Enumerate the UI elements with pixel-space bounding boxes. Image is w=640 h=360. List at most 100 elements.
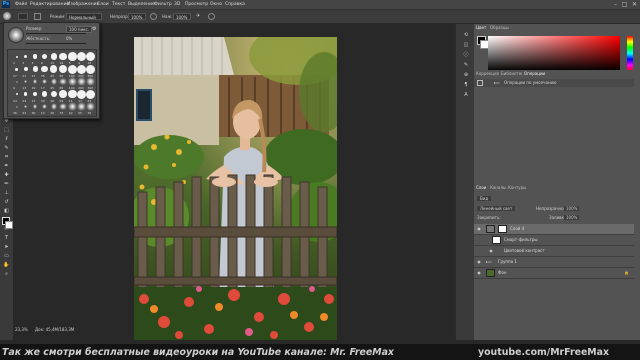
tab-layers[interactable]: Слои	[474, 185, 489, 191]
brush-preset[interactable]	[41, 78, 48, 85]
brush-panel-icon[interactable]: ✎	[462, 62, 470, 69]
menu-image[interactable]: Изображение	[67, 1, 99, 8]
eye-icon[interactable]: ◉	[476, 259, 482, 265]
hand-tool-icon[interactable]: ✋	[2, 262, 11, 269]
tab-actions[interactable]: Операции	[522, 71, 548, 77]
hue-slider[interactable]	[627, 36, 633, 71]
eye-icon[interactable]: ◉	[476, 226, 482, 232]
menu-select[interactable]: Выделение	[128, 1, 155, 8]
layer-row[interactable]: Смарт-фильтры	[474, 235, 634, 246]
brush-preset[interactable]	[33, 91, 38, 97]
brush-preset[interactable]	[15, 67, 18, 71]
brush-preset[interactable]	[77, 89, 87, 99]
brush-preset[interactable]	[59, 52, 67, 61]
brush-preset[interactable]	[68, 52, 77, 61]
brush-preset-picker[interactable]	[18, 13, 28, 20]
brush-preset[interactable]	[41, 103, 48, 110]
opacity-field[interactable]: 100%	[128, 13, 146, 20]
stamp-tool-icon[interactable]: ⊥	[2, 190, 11, 197]
brush-tool-icon[interactable]	[3, 12, 11, 20]
menu-window[interactable]: Окно	[210, 1, 222, 8]
brush-preset[interactable]	[15, 80, 18, 83]
menu-3d[interactable]: 3D	[174, 1, 180, 8]
zoom-level[interactable]: 23,3%	[15, 327, 28, 332]
marquee-tool-icon[interactable]: ⬚	[2, 127, 11, 134]
zoom-tool-icon[interactable]: ⌕	[2, 271, 11, 278]
brush-preset[interactable]	[24, 104, 28, 109]
hardness-slider[interactable]	[26, 43, 86, 44]
brush-preset[interactable]	[86, 89, 96, 99]
brush-preset[interactable]	[50, 53, 57, 60]
eye-icon[interactable]: ◉	[476, 270, 482, 276]
brush-preset[interactable]	[41, 53, 48, 60]
menu-edit[interactable]: Редактирование	[30, 1, 69, 8]
background-color-swatch[interactable]	[5, 221, 13, 229]
layer-row[interactable]: ◉ Слой 4	[474, 224, 634, 235]
brush-preset[interactable]	[15, 93, 18, 95]
properties-panel-icon[interactable]: ◫	[462, 42, 470, 49]
tab-swatches[interactable]: Образцы	[488, 25, 511, 31]
hardness-field[interactable]: 0%	[66, 36, 72, 41]
size-field[interactable]: 100 пикс.	[66, 26, 93, 33]
menu-help[interactable]: Справка	[225, 1, 245, 8]
brush-preset[interactable]	[41, 91, 48, 97]
brush-preset[interactable]	[41, 65, 48, 73]
info-panel-icon[interactable]: ⓘ	[462, 52, 470, 59]
pressure-size-icon[interactable]	[208, 13, 215, 20]
checkbox-icon[interactable]	[477, 80, 483, 86]
gear-icon[interactable]: ⚙	[92, 26, 96, 32]
layer-row[interactable]: ◉ Цветовой контраст	[474, 246, 634, 257]
brush-preset[interactable]	[23, 66, 28, 72]
brush-preset[interactable]	[68, 77, 77, 86]
brush-preset[interactable]	[68, 89, 77, 99]
eye-icon[interactable]: ◉	[488, 248, 494, 254]
lasso-tool-icon[interactable]: ℓ	[2, 136, 11, 143]
close-icon[interactable]: ✕	[630, 0, 639, 9]
brush-preset[interactable]	[24, 92, 28, 96]
brush-preset[interactable]	[86, 52, 96, 61]
mode-select[interactable]: Нормальный	[66, 13, 102, 20]
eraser-tool-icon[interactable]: ◧	[2, 208, 11, 215]
move-tool-icon[interactable]: ✥	[2, 118, 11, 125]
brush-preset[interactable]	[24, 54, 28, 59]
airbrush-icon[interactable]: ✈	[196, 13, 203, 20]
menu-filter[interactable]: Фильтр	[154, 1, 172, 8]
color-spectrum-field[interactable]	[488, 36, 620, 71]
action-set-row[interactable]: ▸▭ Операции по умолчанию	[474, 79, 634, 87]
document-canvas[interactable]	[134, 37, 337, 340]
brush-preset[interactable]	[33, 79, 38, 84]
layer-filter-kind[interactable]: Вид	[477, 196, 492, 201]
tab-color[interactable]: Цвет	[474, 25, 489, 31]
brush-preset[interactable]	[67, 64, 77, 74]
brush-preset[interactable]	[32, 66, 38, 72]
brush-preset[interactable]	[33, 104, 38, 109]
clone-source-icon[interactable]: ⊕	[462, 72, 470, 79]
brush-preset[interactable]	[59, 77, 67, 86]
brush-preset[interactable]	[59, 102, 67, 111]
brush-preset[interactable]	[15, 55, 18, 58]
brush-preset[interactable]	[50, 78, 57, 85]
menu-text[interactable]: Текст	[112, 1, 125, 8]
healing-tool-icon[interactable]: ✚	[2, 172, 11, 179]
brush-preset[interactable]	[50, 103, 57, 110]
path-select-tool-icon[interactable]: ➤	[2, 244, 11, 251]
pressure-opacity-icon[interactable]	[150, 13, 157, 20]
menu-file[interactable]: Файл	[15, 1, 27, 8]
shape-tool-icon[interactable]: ▭	[2, 253, 11, 260]
tab-paths[interactable]: Контуры	[506, 185, 528, 191]
brush-preset[interactable]	[24, 79, 28, 84]
menu-layers[interactable]: Слои	[97, 1, 109, 8]
brush-preset[interactable]	[15, 105, 18, 108]
layer-opacity-field[interactable]: 100%	[564, 206, 580, 211]
maximize-icon[interactable]: □	[620, 0, 629, 9]
menu-view[interactable]: Просмотр	[185, 1, 208, 8]
blend-mode-select[interactable]: Линейный свет	[477, 206, 516, 211]
brush-tool-icon[interactable]: ✏	[2, 181, 11, 188]
quick-select-tool-icon[interactable]: ✎	[2, 145, 11, 152]
history-panel-icon[interactable]: ⟲	[462, 32, 470, 39]
brush-preset[interactable]	[86, 64, 96, 74]
brush-preset[interactable]	[77, 77, 87, 86]
brush-preset[interactable]	[50, 90, 57, 98]
brush-preset[interactable]	[77, 64, 87, 74]
size-slider[interactable]	[26, 33, 86, 34]
